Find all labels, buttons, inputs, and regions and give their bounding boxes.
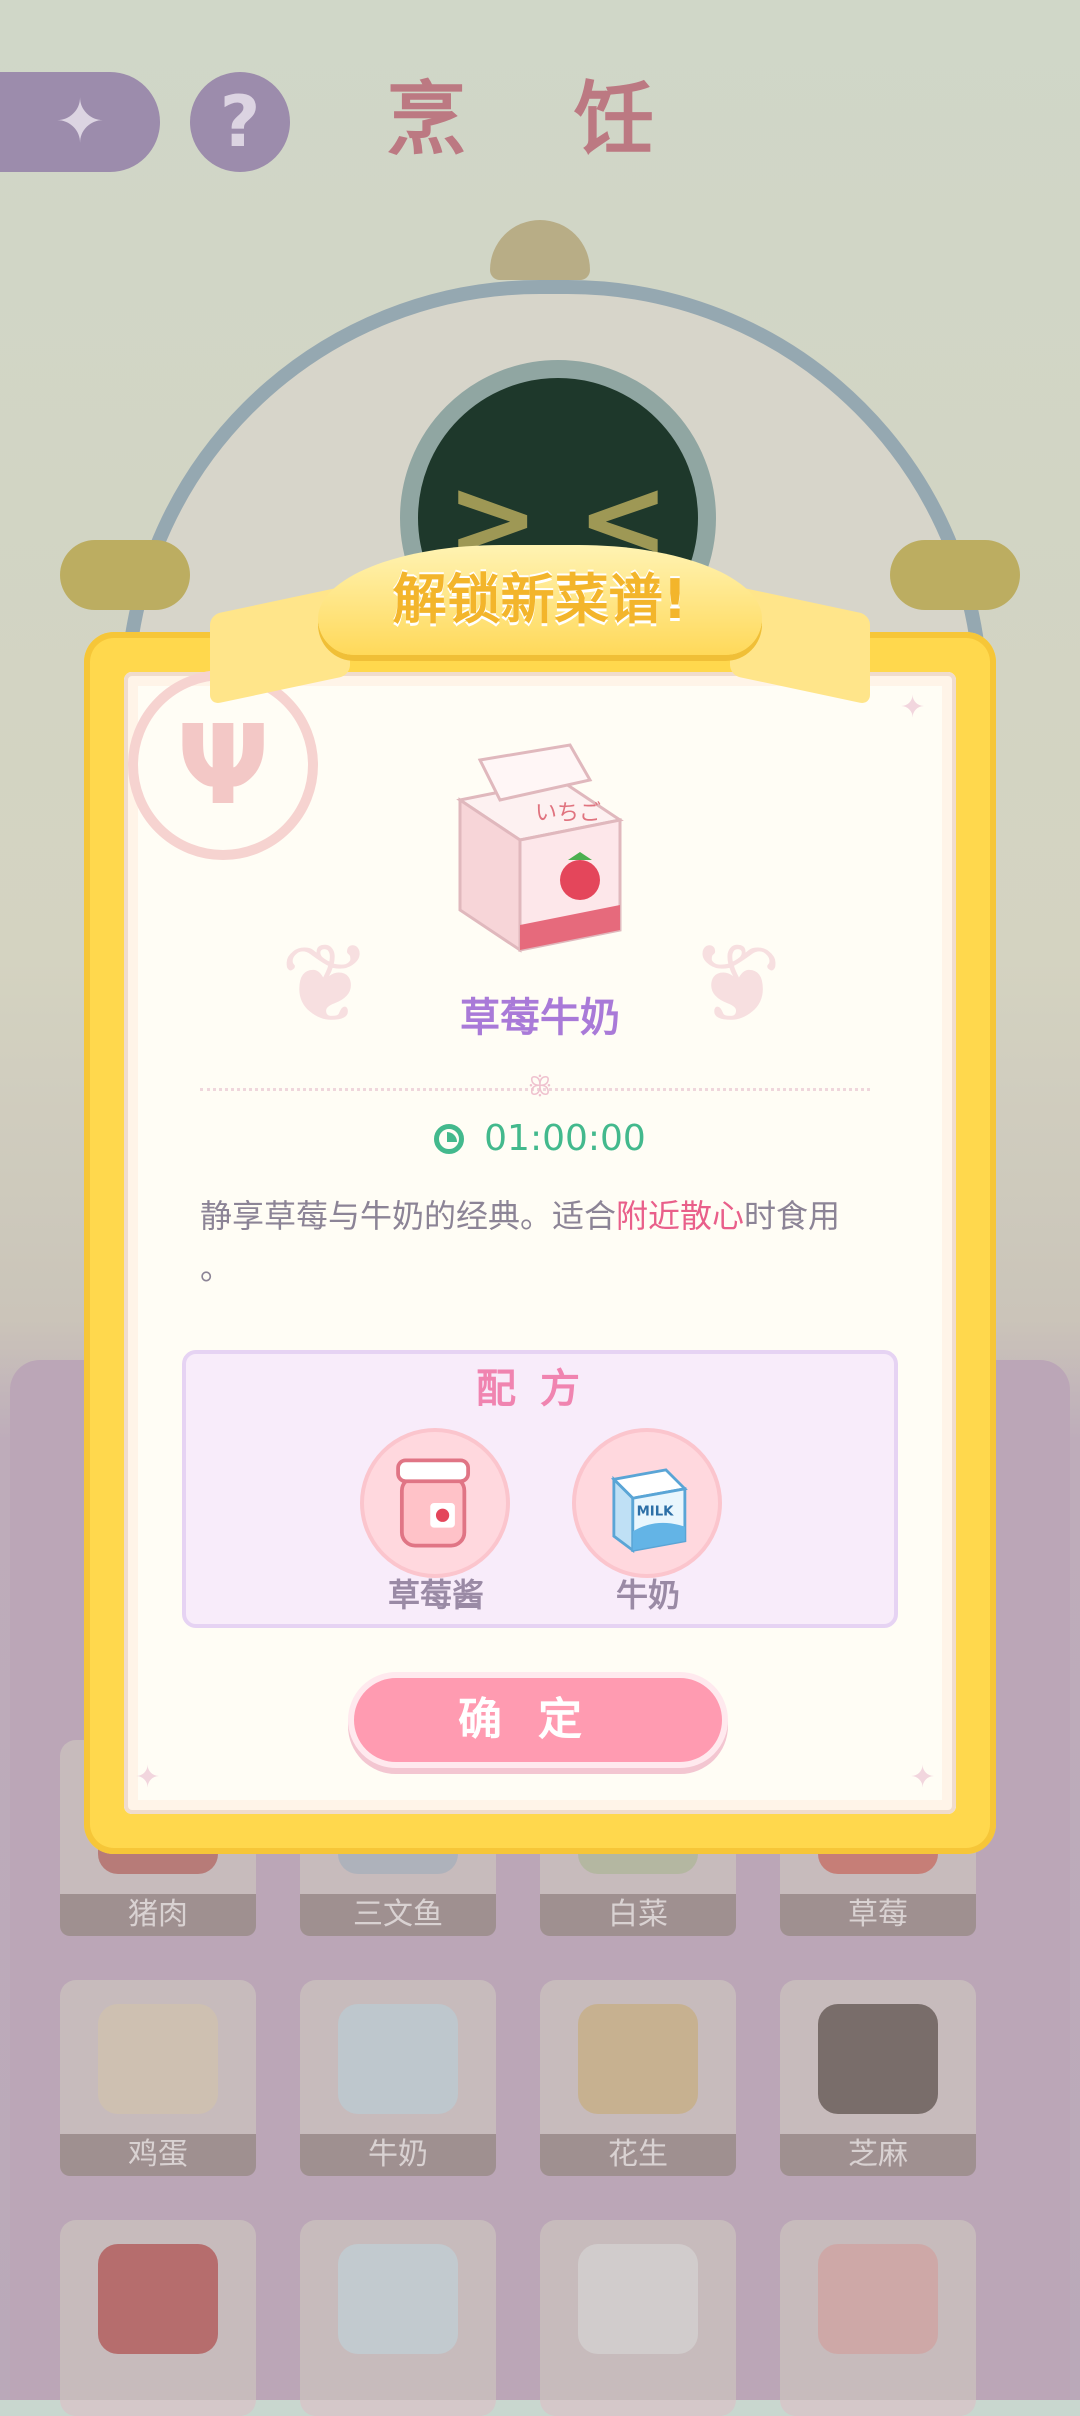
milk-carton-icon: MILK bbox=[610, 1468, 688, 1554]
carton-label: いちご bbox=[535, 801, 601, 826]
confirm-button[interactable]: 确定 bbox=[348, 1672, 728, 1768]
sparkle-icon: ✦ bbox=[900, 690, 926, 725]
description-text-end: 时食用 bbox=[744, 1197, 841, 1235]
svg-text:MILK: MILK bbox=[637, 1504, 675, 1519]
sparkle-icon: ✦ bbox=[135, 1760, 161, 1795]
recipe-description: 静享草莓与牛奶的经典。适合附近散心时食用。 bbox=[200, 1190, 890, 1294]
formula-title: 配方 bbox=[476, 1366, 604, 1412]
sparkle-icon: ✦ bbox=[910, 1760, 936, 1795]
strawberry-jam-icon bbox=[396, 1458, 471, 1548]
cook-time-value: 01:00:00 bbox=[484, 1118, 646, 1159]
cook-time: 01:00:00 bbox=[0, 1118, 1080, 1159]
description-highlight: 附近散心 bbox=[616, 1197, 745, 1235]
formula-ingredient-jam-label: 草莓酱 bbox=[387, 1576, 484, 1614]
recipe-name: 草莓牛奶 bbox=[460, 995, 620, 1041]
description-text: 静享草莓与牛奶的经典。适合 bbox=[200, 1197, 617, 1235]
strawberry-milk-icon: いちご bbox=[456, 743, 624, 953]
description-tail: 。 bbox=[200, 1249, 233, 1287]
clock-icon bbox=[434, 1124, 465, 1154]
formula-ingredient-milk-label: 牛奶 bbox=[615, 1576, 680, 1614]
formula-ingredient-jam[interactable] bbox=[360, 1428, 510, 1578]
dialog-title: 解锁新菜谱! bbox=[392, 568, 688, 631]
bow-icon: ꕥ bbox=[527, 1072, 553, 1102]
formula-ingredient-milk[interactable]: MILK bbox=[572, 1428, 722, 1578]
